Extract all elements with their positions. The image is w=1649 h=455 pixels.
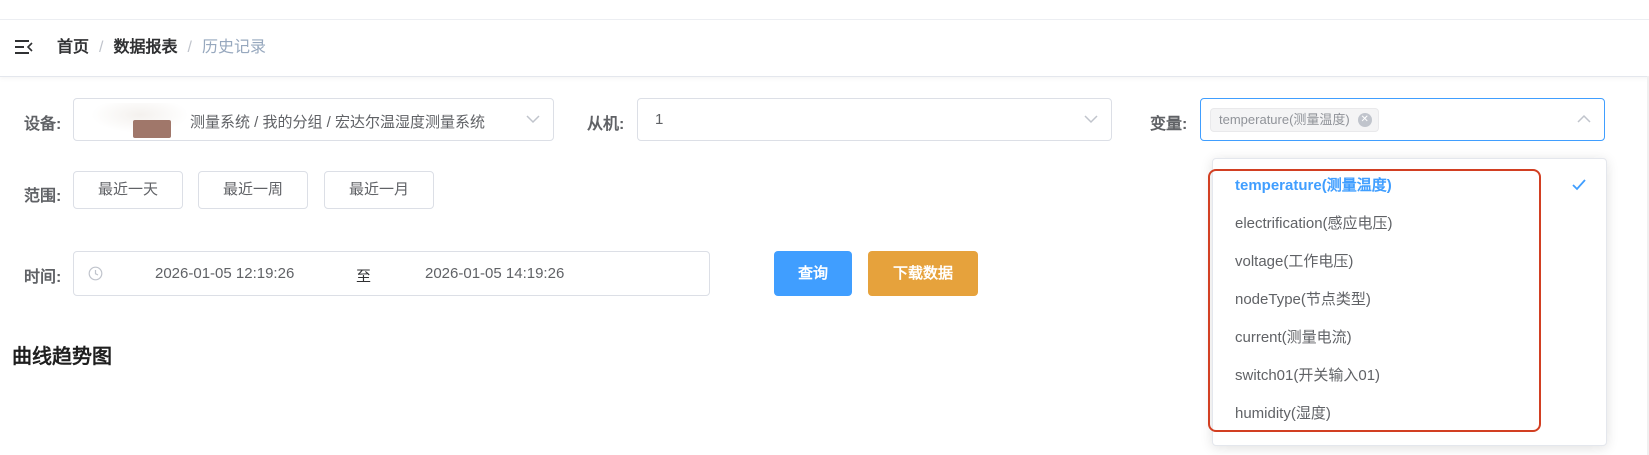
variable-select[interactable]: temperature(测量温度) ✕ bbox=[1200, 98, 1605, 141]
variable-option-humidity[interactable]: humidity(湿度) bbox=[1213, 395, 1606, 433]
variable-option-temperature[interactable]: temperature(测量温度) bbox=[1213, 167, 1606, 205]
variable-option-voltage[interactable]: voltage(工作电压) bbox=[1213, 243, 1606, 281]
time-range-separator: 至 bbox=[356, 268, 372, 285]
redacted-region bbox=[91, 103, 189, 138]
datetime-range-picker[interactable]: 2026-01-05 12:19:26 至 2026-01-05 14:19:2… bbox=[73, 251, 710, 296]
breadcrumb-separator: / bbox=[187, 39, 192, 56]
range-last-day-button[interactable]: 最近一天 bbox=[73, 171, 183, 209]
variable-label: 变量: bbox=[1150, 116, 1188, 133]
option-label: temperature(测量温度) bbox=[1235, 177, 1392, 194]
clock-icon bbox=[88, 266, 103, 281]
breadcrumb-current: 历史记录 bbox=[201, 39, 266, 56]
slave-label: 从机: bbox=[587, 116, 625, 133]
time-label: 时间: bbox=[24, 269, 62, 286]
slave-select-value: 1 bbox=[655, 111, 664, 128]
variable-option-switch01[interactable]: switch01(开关输入01) bbox=[1213, 357, 1606, 395]
chevron-up-icon bbox=[1577, 114, 1591, 123]
time-start-input[interactable]: 2026-01-05 12:19:26 bbox=[155, 265, 294, 282]
check-icon bbox=[1572, 179, 1586, 191]
chart-section-title: 曲线趋势图 bbox=[12, 346, 112, 368]
device-label: 设备: bbox=[24, 116, 62, 133]
range-label: 范围: bbox=[24, 188, 62, 205]
variable-tag: temperature(测量温度) ✕ bbox=[1210, 108, 1379, 132]
breadcrumb: 首页 / 数据报表 / 历史记录 bbox=[57, 37, 266, 59]
chevron-down-icon bbox=[526, 115, 540, 124]
time-end-input[interactable]: 2026-01-05 14:19:26 bbox=[425, 265, 564, 282]
breadcrumb-data-report[interactable]: 数据报表 bbox=[113, 39, 177, 56]
variable-tag-label: temperature(测量温度) bbox=[1219, 112, 1350, 127]
device-select[interactable]: 测量系统 / 我的分组 / 宏达尔温湿度测量系统 bbox=[73, 98, 554, 141]
device-select-value: 测量系统 / 我的分组 / 宏达尔温湿度测量系统 bbox=[190, 114, 486, 131]
breadcrumb-home[interactable]: 首页 bbox=[57, 39, 89, 56]
menu-fold-icon[interactable] bbox=[15, 39, 33, 55]
variable-option-current[interactable]: current(测量电流) bbox=[1213, 319, 1606, 357]
navbar: 首页 / 数据报表 / 历史记录 bbox=[0, 20, 1649, 77]
variable-option-electrification[interactable]: electrification(感应电压) bbox=[1213, 205, 1606, 243]
variable-option-nodetype[interactable]: nodeType(节点类型) bbox=[1213, 281, 1606, 319]
variable-dropdown: temperature(测量温度) electrification(感应电压) … bbox=[1212, 158, 1607, 446]
breadcrumb-separator: / bbox=[99, 39, 104, 56]
query-button[interactable]: 查询 bbox=[774, 251, 852, 296]
circle-close-icon[interactable]: ✕ bbox=[1357, 113, 1372, 127]
chevron-down-icon bbox=[1084, 115, 1098, 124]
range-last-month-button[interactable]: 最近一月 bbox=[324, 171, 434, 209]
slave-select[interactable]: 1 bbox=[637, 98, 1112, 141]
top-strip bbox=[0, 0, 1649, 20]
range-last-week-button[interactable]: 最近一周 bbox=[198, 171, 308, 209]
download-data-button[interactable]: 下载数据 bbox=[868, 251, 978, 296]
